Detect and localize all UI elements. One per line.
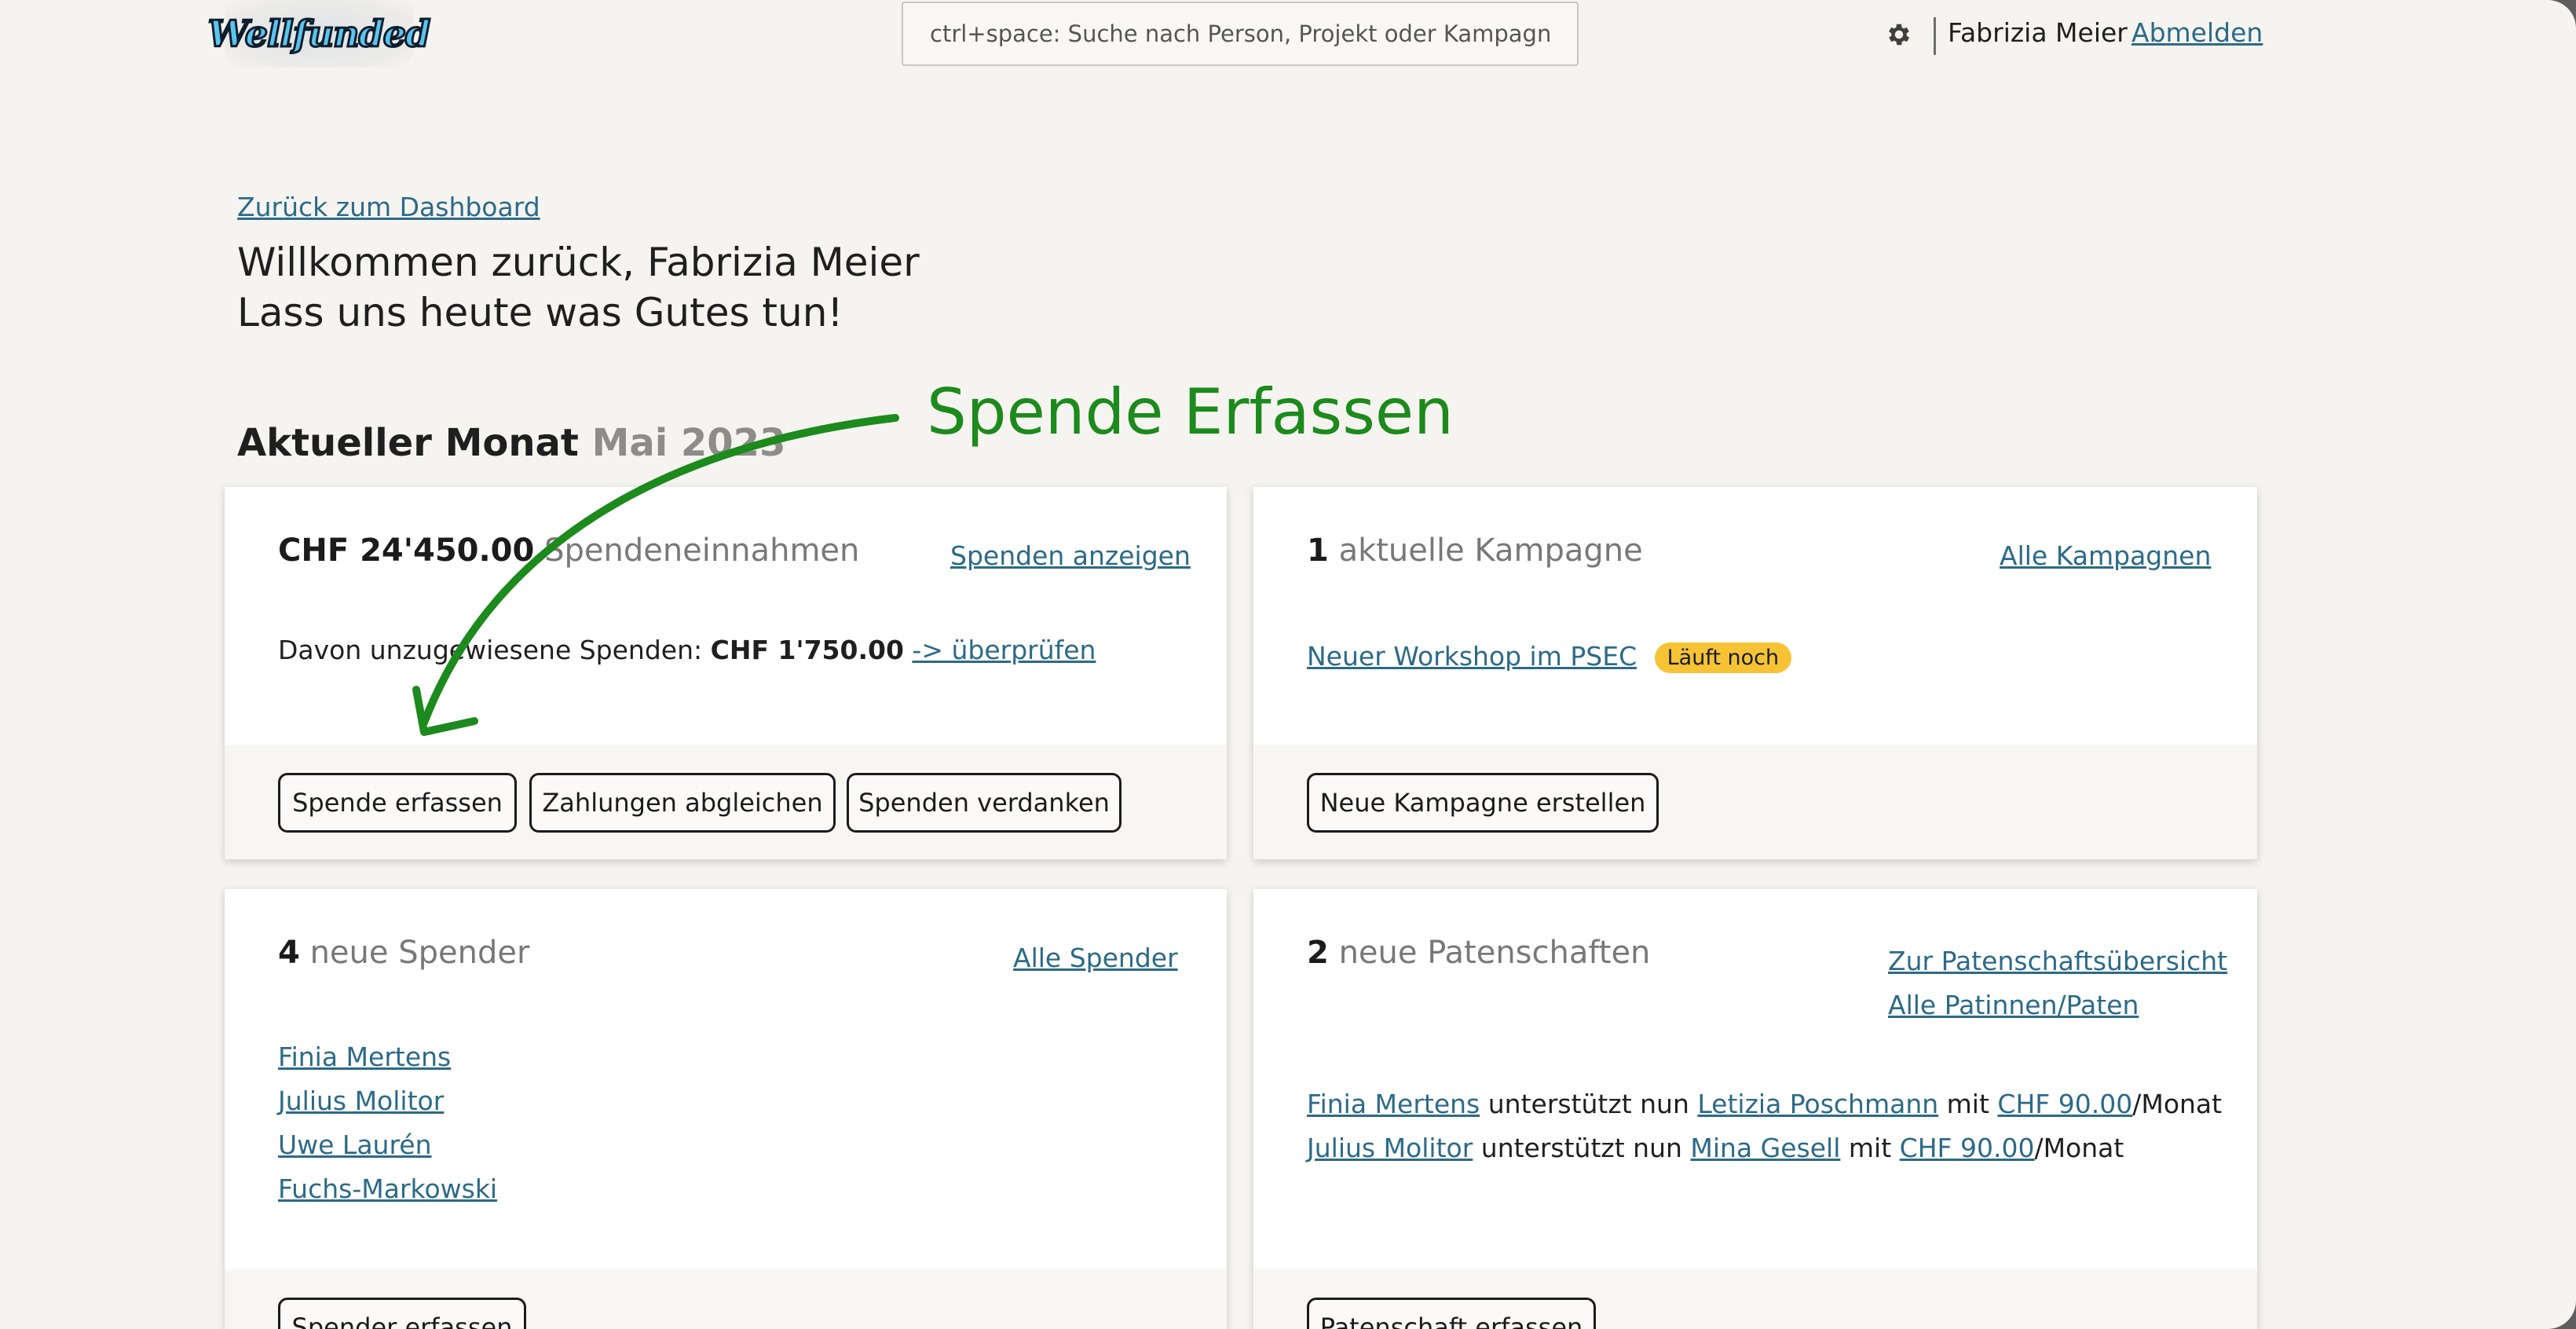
sponsorship-verb: unterstützt nun <box>1487 1089 1689 1119</box>
sponsorship-with: mit <box>1946 1089 1989 1119</box>
sponsorship-overview-link[interactable]: Zur Patenschaftsübersicht <box>1888 946 2227 976</box>
donor-link[interactable]: Uwe Laurén <box>278 1129 432 1160</box>
campaign-card: 1 aktuelle Kampagne Alle Kampagnen Neuer… <box>1253 487 2257 859</box>
all-sponsors-link[interactable]: Alle Patinnen/Paten <box>1888 990 2139 1020</box>
donor-link[interactable]: Julius Molitor <box>278 1086 444 1116</box>
donors-card-footer: Spender erfassen <box>225 1269 1227 1329</box>
all-donors-link[interactable]: Alle Spender <box>1013 943 1178 973</box>
create-campaign-button[interactable]: Neue Kampagne erstellen <box>1307 773 1659 833</box>
sponsored-person-link[interactable]: Letizia Poschmann <box>1697 1089 1938 1119</box>
donors-heading: 4 neue Spender <box>278 935 529 971</box>
header-separator <box>1934 17 1936 55</box>
campaign-count: 1 <box>1307 533 1329 569</box>
reconcile-payments-button[interactable]: Zahlungen abgleichen <box>529 773 836 833</box>
sponsorships-card-footer: Patenschaft erfassen <box>1253 1269 2257 1329</box>
campaign-item: Neuer Workshop im PSEC Läuft noch <box>1307 641 1792 673</box>
donors-card: 4 neue Spender Alle Spender Finia Merten… <box>225 889 1227 1329</box>
unassigned-amount: CHF 1'750.00 <box>710 635 904 665</box>
sponsorship-verb: unterstützt nun <box>1480 1133 1682 1163</box>
donations-amount: CHF 24'450.00 <box>278 533 535 569</box>
campaign-label: aktuelle Kampagne <box>1338 533 1643 569</box>
record-donation-button[interactable]: Spende erfassen <box>278 773 517 833</box>
donor-link[interactable]: Fuchs-Markowski <box>278 1173 497 1204</box>
logo-text: Wellfunded <box>207 12 431 57</box>
campaign-link[interactable]: Neuer Workshop im PSEC <box>1307 641 1637 672</box>
campaign-card-footer: Neue Kampagne erstellen <box>1253 745 2257 859</box>
gear-icon[interactable] <box>1883 19 1915 50</box>
unassigned-donations: Davon unzugewiesene Spenden: CHF 1'750.0… <box>278 635 1096 665</box>
search-box[interactable] <box>902 2 1579 66</box>
sponsorship-row: Finia Mertens unterstützt nun Letizia Po… <box>1307 1089 2222 1119</box>
section-title-label: Aktueller Monat <box>237 421 579 465</box>
user-name: Fabrizia Meier <box>1948 17 2128 48</box>
donor-link[interactable]: Finia Mertens <box>278 1042 451 1072</box>
page: Wellfunded Fabrizia Meier Abmelden Zurüc… <box>0 0 2576 1329</box>
add-sponsorship-button[interactable]: Patenschaft erfassen <box>1307 1298 1596 1329</box>
welcome-line: Willkommen zurück, Fabrizia Meier <box>237 240 920 285</box>
campaign-heading: 1 aktuelle Kampagne <box>1307 533 1643 569</box>
welcome-message: Willkommen zurück, Fabrizia Meier Lass u… <box>237 237 920 338</box>
sponsorship-row: Julius Molitor unterstützt nun Mina Gese… <box>1307 1133 2124 1163</box>
search-input[interactable] <box>930 20 1550 47</box>
show-donations-link[interactable]: Spenden anzeigen <box>950 540 1191 571</box>
sponsorship-with: mit <box>1848 1133 1892 1163</box>
unassigned-label: Davon unzugewiesene Spenden: <box>278 635 703 665</box>
add-donor-button[interactable]: Spender erfassen <box>278 1298 526 1329</box>
sponsorship-period: /Monat <box>2132 1089 2223 1119</box>
section-month: Mai 2023 <box>591 421 786 465</box>
sponsored-person-link[interactable]: Mina Gesell <box>1690 1133 1840 1163</box>
section-title: Aktueller Monat Mai 2023 <box>237 421 785 465</box>
sponsorship-period: /Monat <box>2034 1133 2124 1163</box>
thank-donors-button[interactable]: Spenden verdanken <box>847 773 1122 833</box>
sponsorship-amount-link[interactable]: CHF 90.00 <box>1900 1133 2035 1163</box>
sponsorships-card: 2 neue Patenschaften Zur Patenschaftsübe… <box>1253 889 2257 1329</box>
donations-label: Spendeneinnahmen <box>544 533 860 569</box>
donors-label: neue Spender <box>309 935 530 971</box>
sponsorship-amount-link[interactable]: CHF 90.00 <box>1997 1089 2132 1119</box>
status-badge: Läuft noch <box>1654 643 1792 673</box>
back-to-dashboard-link[interactable]: Zurück zum Dashboard <box>237 192 540 222</box>
sponsorships-label: neue Patenschaften <box>1338 935 1651 971</box>
logout-link[interactable]: Abmelden <box>2131 17 2263 48</box>
welcome-subline: Lass uns heute was Gutes tun! <box>237 290 843 335</box>
sponsorships-heading: 2 neue Patenschaften <box>1307 935 1650 971</box>
sponsorships-count: 2 <box>1307 935 1329 971</box>
review-unassigned-link[interactable]: -> überprüfen <box>912 635 1096 665</box>
donations-card: CHF 24'450.00 Spendeneinnahmen Spenden a… <box>225 487 1227 859</box>
sponsor-link[interactable]: Julius Molitor <box>1307 1133 1473 1163</box>
donations-heading: CHF 24'450.00 Spendeneinnahmen <box>278 533 859 569</box>
donations-card-footer: Spende erfassen Zahlungen abgleichen Spe… <box>225 745 1227 859</box>
all-campaigns-link[interactable]: Alle Kampagnen <box>2000 540 2211 571</box>
donors-count: 4 <box>278 935 300 971</box>
sponsor-link[interactable]: Finia Mertens <box>1307 1089 1480 1119</box>
logo[interactable]: Wellfunded <box>207 0 432 68</box>
annotation-label: Spende Erfassen <box>927 375 1454 448</box>
